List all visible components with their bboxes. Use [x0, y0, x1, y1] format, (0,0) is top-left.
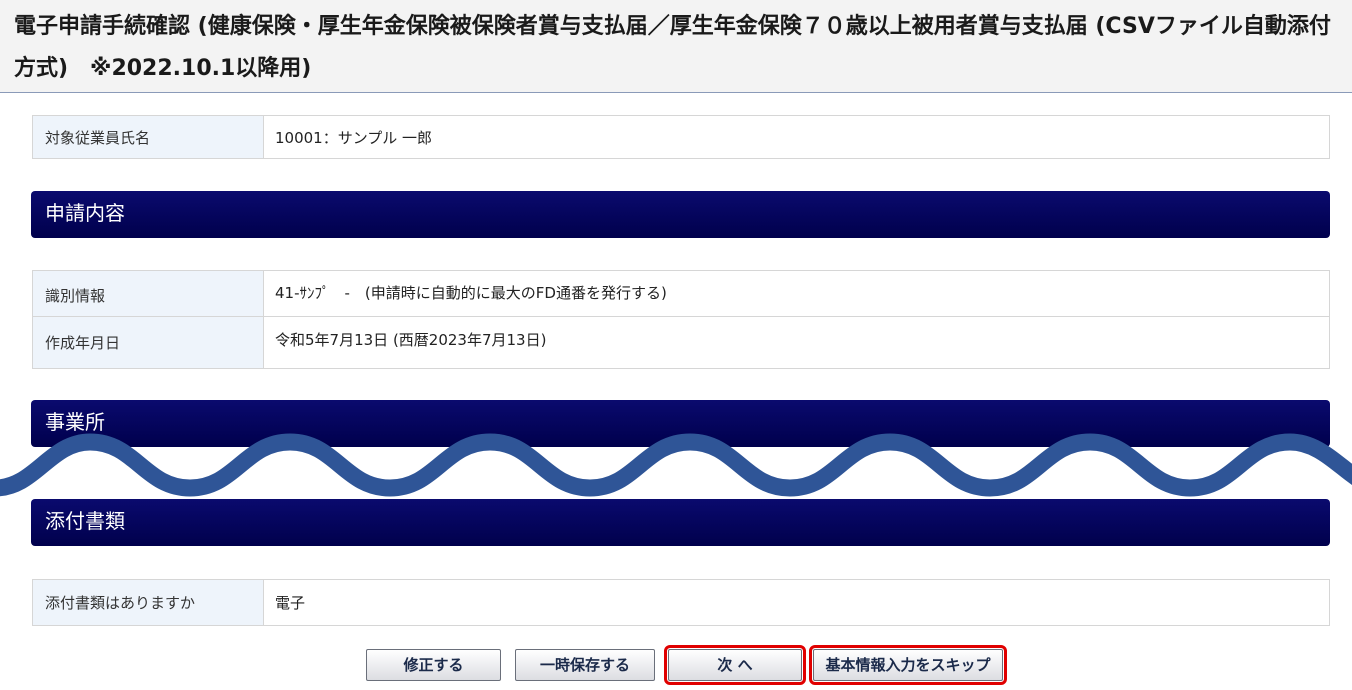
creation-date-label: 作成年月日 — [32, 316, 264, 369]
table-row: 対象従業員氏名 10001：サンプル 一郎 — [32, 115, 1330, 159]
skip-basic-info-button[interactable]: 基本情報入力をスキップ — [809, 645, 1007, 685]
table-row: 添付書類はありますか 電子 — [32, 579, 1330, 626]
creation-date-value: 令和5年7月13日 (西暦2023年7月13日) — [263, 316, 1330, 369]
employee-table: 対象従業員氏名 10001：サンプル 一郎 — [32, 115, 1330, 159]
identification-label: 識別情報 — [32, 270, 264, 317]
identification-value: 41-ｻﾝﾌﾟ - (申請時に自動的に最大のFD通番を発行する) — [263, 270, 1330, 317]
save-temp-button[interactable]: 一時保存する — [515, 649, 655, 681]
attachments-table: 添付書類はありますか 電子 — [32, 579, 1330, 626]
section-header-application: 申請内容 — [31, 191, 1330, 238]
modify-button[interactable]: 修正する — [366, 649, 501, 681]
attachments-value: 電子 — [263, 579, 1330, 626]
table-row: 識別情報 41-ｻﾝﾌﾟ - (申請時に自動的に最大のFD通番を発行する) — [32, 270, 1330, 317]
employee-name-value: 10001：サンプル 一郎 — [263, 115, 1330, 159]
attachments-label: 添付書類はありますか — [32, 579, 264, 626]
button-bar: 修正する 一時保存する 次 へ 基本情報入力をスキップ — [0, 645, 1352, 686]
page-title: 電子申請手続確認 (健康保険・厚生年金保険被保険者賞与支払届／厚生年金保険７０歳… — [14, 14, 1331, 81]
table-row: 作成年月日 令和5年7月13日 (西暦2023年7月13日) — [32, 316, 1330, 369]
next-button[interactable]: 次 へ — [664, 645, 806, 685]
employee-name-label: 対象従業員氏名 — [32, 115, 264, 159]
section-header-attachments: 添付書類 — [31, 499, 1330, 546]
page-header: 電子申請手続確認 (健康保険・厚生年金保険被保険者賞与支払届／厚生年金保険７０歳… — [0, 0, 1352, 93]
application-table: 識別情報 41-ｻﾝﾌﾟ - (申請時に自動的に最大のFD通番を発行する) 作成… — [32, 270, 1330, 369]
omission-wave — [0, 433, 1352, 498]
